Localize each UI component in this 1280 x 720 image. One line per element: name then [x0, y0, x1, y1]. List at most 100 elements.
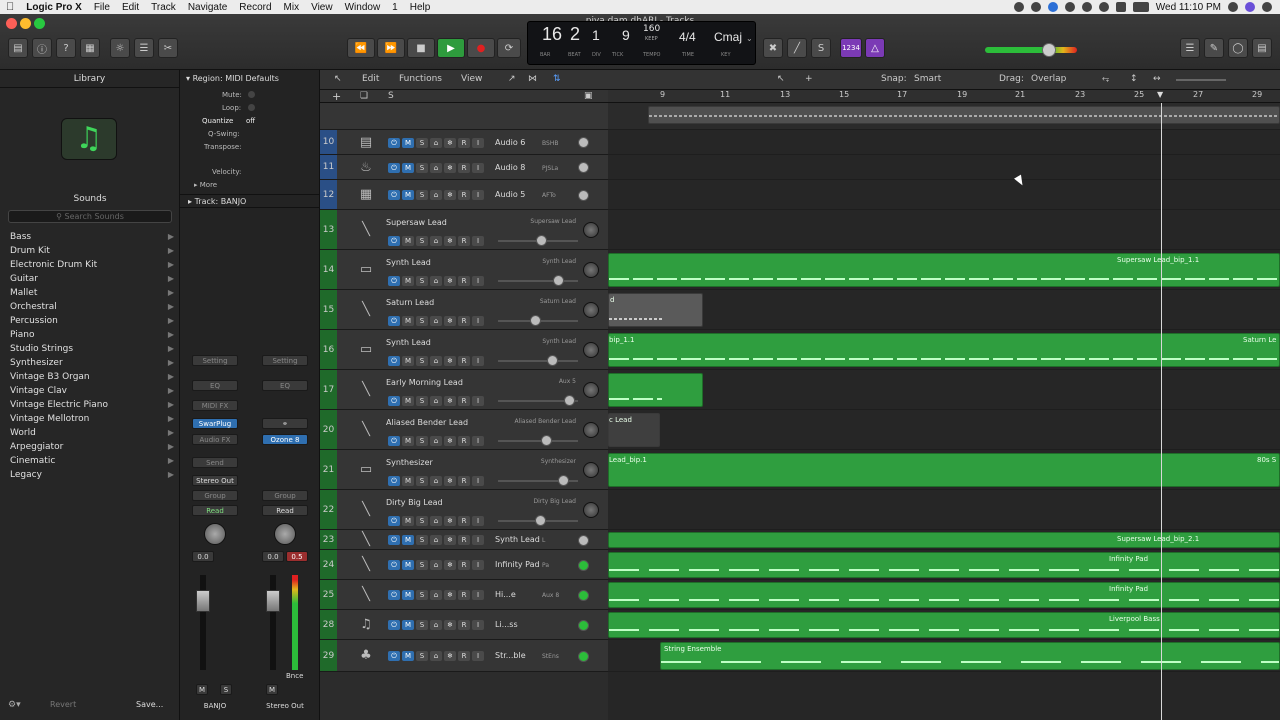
strip1-midifx-button[interactable]: MIDI FX [192, 400, 238, 411]
instrument-icon[interactable]: ▦ [356, 187, 376, 203]
input-monitor-button[interactable]: I [472, 476, 484, 486]
volume-slider-thumb[interactable] [536, 235, 547, 246]
input-monitor-button[interactable]: I [472, 162, 484, 173]
volume-slider[interactable] [498, 360, 578, 362]
pan-knob[interactable] [583, 422, 599, 438]
library-category[interactable]: Piano ▶ [0, 328, 180, 342]
power-icon[interactable]: ⏻ [388, 137, 400, 148]
record-enable-button[interactable]: R [458, 396, 470, 406]
solo-button[interactable]: S [416, 516, 428, 526]
volume-slider-thumb[interactable] [530, 315, 541, 326]
smart-controls-icon[interactable]: ☼ [110, 38, 130, 58]
volume-slider-thumb[interactable] [578, 650, 589, 662]
strip2-mute-button[interactable]: M [266, 684, 278, 695]
library-category[interactable]: Studio Strings ▶ [0, 342, 180, 356]
volume-slider[interactable] [498, 440, 578, 442]
pan-knob[interactable] [583, 222, 599, 238]
input-monitor-button[interactable]: I [472, 396, 484, 406]
menu-track[interactable]: Track [145, 2, 182, 13]
playhead-marker-icon[interactable]: ▼ [1157, 90, 1163, 99]
freeze-icon[interactable]: ❄ [444, 236, 456, 246]
volume-slider-thumb[interactable] [578, 189, 589, 201]
record-enable-button[interactable]: R [458, 162, 470, 173]
quantize-select[interactable]: off [246, 117, 255, 125]
strip2-plugin-slot[interactable]: Ozone 8 [262, 434, 308, 445]
pointer-tool-icon[interactable]: ↖ [777, 74, 785, 84]
input-monitor-button[interactable]: I [472, 236, 484, 246]
flex-icon[interactable]: ⋈ [528, 74, 537, 84]
record-enable-button[interactable]: R [458, 516, 470, 526]
lock-icon[interactable]: ⌂ [430, 137, 442, 148]
freeze-icon[interactable]: ❄ [444, 190, 456, 200]
strip2-bounce-button[interactable]: Bnce [286, 672, 303, 680]
lock-icon[interactable]: ⌂ [430, 396, 442, 406]
strip2-automation-button[interactable]: Read [262, 505, 308, 516]
mute-button[interactable]: M [402, 162, 414, 173]
solo-button[interactable]: S [416, 476, 428, 486]
volume-slider-thumb[interactable] [553, 275, 564, 286]
regions-canvas[interactable]: Supersaw Lead_bip_1.1 d bip_1.1 Saturn Le… [608, 103, 1280, 720]
track-name[interactable]: Audio 8 [495, 163, 525, 172]
instrument-icon[interactable]: ▭ [356, 342, 376, 358]
master-volume-thumb[interactable] [1042, 43, 1056, 57]
volume-slider-thumb[interactable] [547, 355, 558, 366]
track-header[interactable]: 29 ♣ ⏻ M S ⌂ ❄ R I Str...ble StEns [320, 640, 608, 672]
tuner-icon[interactable]: ╱ [787, 38, 807, 58]
save-button[interactable]: Save... [136, 700, 163, 709]
strip2-pan-knob[interactable] [274, 523, 296, 545]
track-name[interactable]: Aliased Bender Lead [386, 418, 468, 427]
input-monitor-button[interactable]: I [472, 276, 484, 286]
track-header[interactable]: 23 ╲ ⏻ M S ⌂ ❄ R I Synth Lead L [320, 530, 608, 550]
volume-slider-thumb[interactable] [578, 589, 589, 601]
drag-select[interactable]: Overlap [1031, 74, 1066, 84]
menu-clock[interactable]: Wed 11:10 PM [1156, 2, 1221, 13]
mute-button[interactable]: M [402, 236, 414, 246]
strip2-fader-thumb[interactable] [266, 590, 280, 612]
global-tracks-icon[interactable]: ▣ [584, 91, 593, 101]
freeze-icon[interactable]: ❄ [444, 276, 456, 286]
strip1-plugin-slot[interactable]: SwarPlug [192, 418, 238, 429]
track-header[interactable]: 17 ╲ ⏻ M S ⌂ ❄ R I Early Morning Lead Aux 5 [320, 370, 608, 410]
track-name[interactable]: Saturn Lead [386, 298, 434, 307]
power-icon[interactable]: ⏻ [388, 476, 400, 486]
lock-icon[interactable]: ⌂ [430, 620, 442, 630]
instrument-icon[interactable]: ╲ [356, 532, 376, 548]
power-icon[interactable]: ⏻ [388, 316, 400, 326]
track-name[interactable]: Dirty Big Lead [386, 498, 443, 507]
region-infinity-pad-1[interactable]: Infinity Pad [608, 552, 1280, 578]
instrument-icon[interactable]: ♨ [356, 160, 376, 176]
library-category[interactable]: Bass ▶ [0, 230, 180, 244]
horizontal-zoom-icon[interactable]: ↔ [1153, 74, 1161, 84]
smart-controls-toggle-icon[interactable]: ⇅ [553, 74, 561, 84]
strip1-automation-button[interactable]: Read [192, 505, 238, 516]
pan-knob[interactable] [583, 302, 599, 318]
lock-icon[interactable]: ⌂ [430, 651, 442, 661]
revert-button[interactable]: Revert [50, 700, 76, 709]
strip1-pan-knob[interactable] [204, 523, 226, 545]
volume-slider-thumb[interactable] [535, 515, 546, 526]
track-header[interactable]: 20 ╲ ⏻ M S ⌂ ❄ R I Aliased Bender Lead Aliased Ben… [320, 410, 608, 450]
record-enable-button[interactable]: R [458, 316, 470, 326]
library-category[interactable]: Vintage Clav ▶ [0, 384, 180, 398]
view-menu[interactable]: View [461, 74, 482, 84]
lcd-display[interactable]: 16 2 1 9 BAR BEAT DIV TICK 160 KEEP TEMP… [527, 21, 756, 65]
strip1-output-button[interactable]: Stereo Out [192, 475, 238, 486]
record-enable-button[interactable]: R [458, 651, 470, 661]
pan-knob[interactable] [583, 462, 599, 478]
track-header[interactable]: 10 ▤ ⏻ M S ⌂ ❄ R I Audio 6 BSHB [320, 130, 608, 155]
mute-button[interactable]: M [402, 137, 414, 148]
freeze-icon[interactable]: ❄ [444, 436, 456, 446]
track-header[interactable]: 22 ╲ ⏻ M S ⌂ ❄ R I Dirty Big Lead Dirty Big Lead [320, 490, 608, 530]
pan-knob[interactable] [583, 262, 599, 278]
track-header[interactable]: 14 ▭ ⏻ M S ⌂ ❄ R I Synth Lead Synth Lead [320, 250, 608, 290]
region-synthesizer[interactable]: Lead_bip.1 80s S [608, 453, 1280, 487]
instrument-icon[interactable]: ╲ [356, 587, 376, 603]
strip2-volume-value[interactable]: 0.0 [262, 551, 284, 562]
menu-help[interactable]: Help [404, 2, 437, 13]
lock-icon[interactable]: ⌂ [430, 276, 442, 286]
track-header[interactable]: 12 ▦ ⏻ M S ⌂ ❄ R I Audio 5 AFTo [320, 180, 608, 210]
loop-checkbox[interactable] [248, 104, 255, 111]
lock-icon[interactable]: ⌂ [430, 190, 442, 200]
freeze-icon[interactable]: ❄ [444, 535, 456, 545]
mute-button[interactable]: M [402, 396, 414, 406]
